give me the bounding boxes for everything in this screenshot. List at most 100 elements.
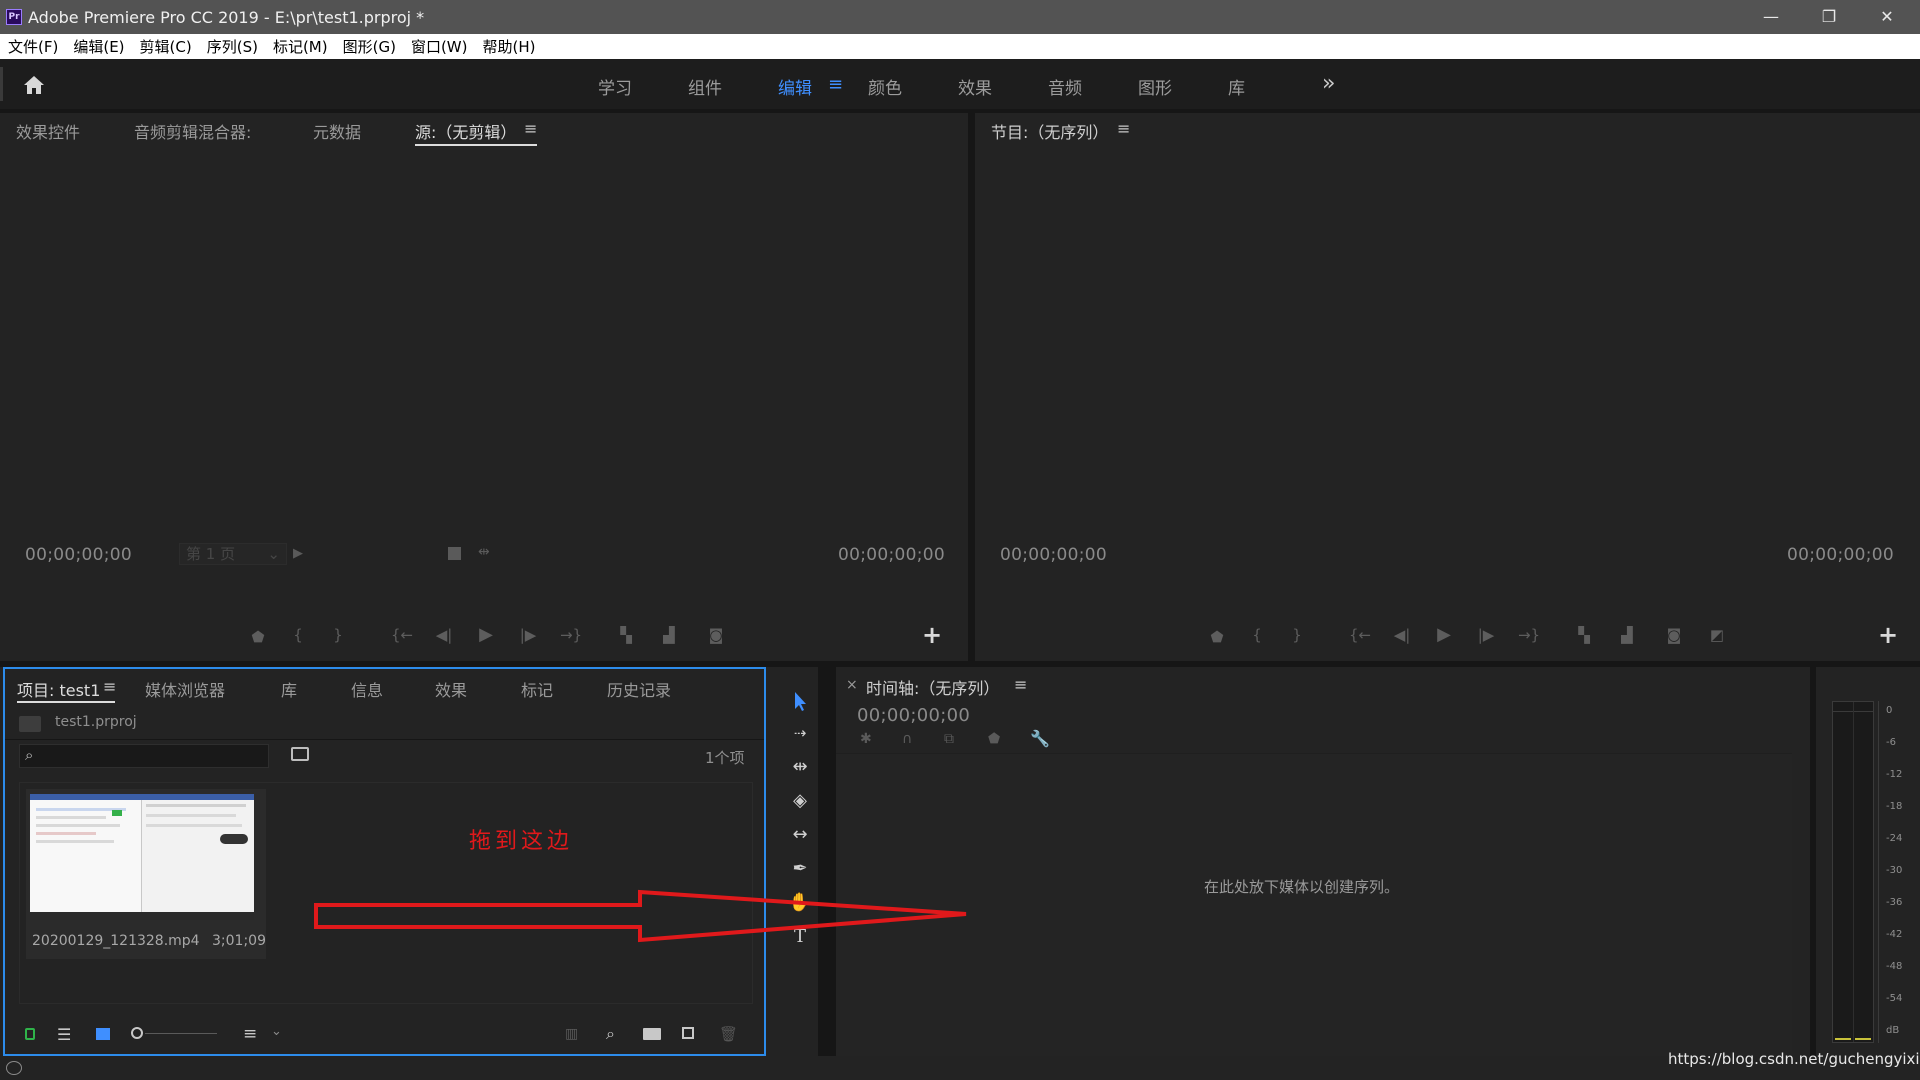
tab-project[interactable]: 项目: test1 [17, 677, 100, 701]
tab-metadata[interactable]: 元数据 [313, 119, 361, 143]
button-editor-plus-icon[interactable]: + [922, 621, 942, 649]
page-select[interactable]: 第 1 页 ⌄ [179, 543, 287, 565]
icon-view-icon[interactable] [96, 1028, 110, 1040]
clip-card[interactable]: 20200129_121328.mp4 3;01;09 [26, 789, 266, 959]
timeline-title[interactable]: 时间轴:（无序列） [866, 675, 999, 699]
creative-cloud-sync-icon[interactable] [6, 1061, 22, 1075]
timeline-panel-menu-icon[interactable]: ≡ [1014, 675, 1027, 694]
program-add-marker-icon[interactable]: ⬟ [1205, 628, 1229, 646]
mark-out-icon[interactable]: } [326, 626, 350, 644]
extract-icon[interactable]: ▟ [1615, 626, 1639, 644]
tab-info[interactable]: 信息 [351, 677, 383, 701]
program-play-stop-icon[interactable]: ▶ [1432, 624, 1456, 645]
more-workspaces-icon[interactable]: » [1322, 71, 1335, 96]
menu-window[interactable]: 窗口(W) [403, 36, 475, 57]
mark-in-icon[interactable]: { [286, 626, 310, 644]
nest-toggle-icon[interactable]: ✱ [860, 731, 872, 747]
source-timecode-out[interactable]: 00;00;00;00 [838, 545, 945, 565]
program-step-back-icon[interactable]: ◀| [1390, 626, 1414, 644]
project-panel-menu-icon[interactable]: ≡ [103, 677, 116, 696]
menu-sequence[interactable]: 序列(S) [199, 36, 265, 57]
source-timecode-in[interactable]: 00;00;00;00 [25, 545, 132, 565]
zoom-slider-handle[interactable] [131, 1027, 143, 1039]
panel-gutter-tools-timeline[interactable] [818, 667, 836, 1056]
go-to-out-icon[interactable]: →} [559, 626, 583, 644]
safe-margins-icon[interactable] [448, 547, 461, 560]
tab-audio-clip-mixer[interactable]: 音频剪辑混合器: [134, 119, 251, 143]
program-timecode-in[interactable]: 00;00;00;00 [1000, 545, 1107, 565]
tab-libraries[interactable]: 库 [281, 677, 297, 701]
comparison-view-icon[interactable]: ◩ [1705, 626, 1729, 644]
workspace-menu-icon[interactable]: ≡ [828, 74, 843, 95]
list-view-icon[interactable]: ☰ [57, 1025, 71, 1044]
clear-trash-icon[interactable]: 🗑 [719, 1025, 738, 1043]
play-arrow-small-icon[interactable]: ▶ [293, 546, 303, 561]
tab-effect-controls[interactable]: 效果控件 [16, 119, 80, 143]
insert-drag-icon[interactable]: ⇹ [478, 544, 490, 560]
menu-graphics[interactable]: 图形(G) [335, 36, 403, 57]
new-bin-icon[interactable] [643, 1028, 661, 1040]
new-search-bin-icon[interactable] [291, 747, 309, 761]
tab-source[interactable]: 源:（无剪辑） [415, 119, 516, 143]
insert-icon[interactable]: ▚ [614, 626, 638, 644]
new-item-icon[interactable] [682, 1027, 694, 1039]
program-mark-in-icon[interactable]: { [1245, 626, 1269, 644]
workspace-tab-libraries[interactable]: 库 [1228, 74, 1245, 99]
go-to-in-icon[interactable]: {← [390, 626, 414, 644]
tab-markers[interactable]: 标记 [521, 677, 553, 701]
menu-file[interactable]: 文件(F) [0, 36, 65, 57]
lift-icon[interactable]: ▚ [1572, 626, 1596, 644]
program-mark-out-icon[interactable]: } [1285, 626, 1309, 644]
export-frame-icon[interactable]: ◙ [704, 626, 728, 644]
source-panel-menu-icon[interactable]: ≡ [524, 119, 537, 138]
tab-media-browser[interactable]: 媒体浏览器 [145, 677, 225, 701]
snap-icon[interactable]: ∩ [902, 731, 912, 747]
menu-markers[interactable]: 标记(M) [265, 36, 335, 57]
program-title[interactable]: 节目:（无序列） [991, 119, 1108, 143]
wrench-icon[interactable]: 🔧 [1030, 729, 1050, 748]
workspace-tab-color[interactable]: 颜色 [868, 74, 902, 99]
workspace-tab-graphics[interactable]: 图形 [1138, 74, 1172, 99]
pen-tool-icon[interactable]: ✒ [788, 857, 812, 881]
workspace-tab-assembly[interactable]: 组件 [688, 74, 722, 99]
workspace-tab-effects[interactable]: 效果 [958, 74, 992, 99]
panel-gutter-monitors[interactable] [968, 113, 975, 661]
restore-button[interactable]: ❐ [1806, 4, 1852, 30]
workspace-tab-audio[interactable]: 音频 [1048, 74, 1082, 99]
minimize-button[interactable]: — [1748, 4, 1794, 30]
automate-to-sequence-icon[interactable]: ▥ [565, 1026, 578, 1042]
sort-icons-icon[interactable]: ≡ [243, 1024, 257, 1044]
sort-chevron-down-icon[interactable]: ⌄ [271, 1024, 282, 1039]
program-step-forward-icon[interactable]: |▶ [1474, 626, 1498, 644]
menu-edit[interactable]: 编辑(E) [65, 36, 131, 57]
project-search-input[interactable]: ⌕ [19, 744, 269, 768]
add-marker-icon[interactable]: ⬟ [246, 628, 270, 646]
home-icon[interactable] [22, 74, 46, 96]
step-back-icon[interactable]: ◀| [432, 626, 456, 644]
lock-icon[interactable] [25, 1028, 35, 1040]
overwrite-icon[interactable]: ▟ [657, 626, 681, 644]
linked-selection-icon[interactable]: ⧉ [944, 731, 954, 747]
timeline-add-marker-icon[interactable]: ⬟ [988, 731, 1000, 747]
tab-effects[interactable]: 效果 [435, 677, 467, 701]
workspace-tab-editing[interactable]: 编辑 [778, 74, 812, 99]
program-panel-menu-icon[interactable]: ≡ [1117, 119, 1130, 138]
timeline-close-icon[interactable]: × [846, 677, 858, 693]
program-export-frame-icon[interactable]: ◙ [1662, 626, 1686, 644]
workspace-tab-learning[interactable]: 学习 [598, 74, 632, 99]
find-icon[interactable]: ⌕ [606, 1024, 615, 1044]
selection-tool-icon[interactable] [788, 689, 812, 713]
timeline-timecode[interactable]: 00;00;00;00 [857, 705, 970, 726]
menu-clip[interactable]: 剪辑(C) [132, 36, 199, 57]
program-timecode-out[interactable]: 00;00;00;00 [1787, 545, 1894, 565]
razor-tool-icon[interactable]: ◈ [788, 789, 812, 813]
close-button[interactable]: ✕ [1864, 4, 1910, 30]
track-select-tool-icon[interactable]: ⇢ [788, 721, 812, 745]
step-forward-icon[interactable]: |▶ [516, 626, 540, 644]
tab-history[interactable]: 历史记录 [607, 677, 671, 701]
ripple-edit-tool-icon[interactable]: ⇹ [788, 755, 812, 779]
zoom-slider-track[interactable] [145, 1033, 217, 1034]
program-go-to-out-icon[interactable]: →} [1517, 626, 1541, 644]
play-stop-icon[interactable]: ▶ [474, 624, 498, 645]
menu-help[interactable]: 帮助(H) [474, 36, 542, 57]
